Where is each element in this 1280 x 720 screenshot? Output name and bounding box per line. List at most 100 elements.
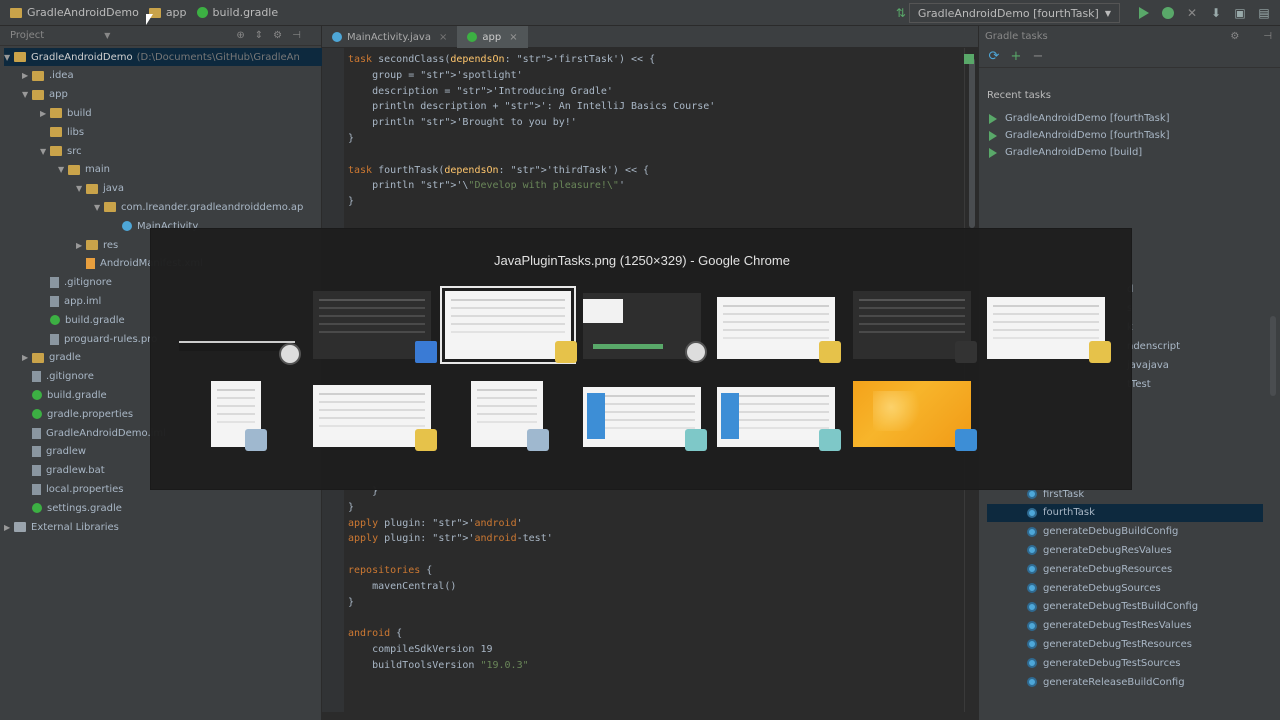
- run-button[interactable]: [1136, 5, 1152, 21]
- tree-item[interactable]: proguard-rules.pro: [40, 330, 157, 348]
- collapsed-arrow-icon[interactable]: ▶: [40, 109, 50, 118]
- task-item[interactable]: generateDebugTestResources: [987, 635, 1263, 653]
- preview-lines: [859, 299, 965, 301]
- window-thumbnail[interactable]: [853, 291, 977, 363]
- collapsed-arrow-icon[interactable]: ▶: [76, 241, 86, 250]
- close-icon[interactable]: ✕: [1184, 5, 1200, 21]
- window-preview: [179, 341, 295, 351]
- task-item-partial[interactable]: javajava: [1127, 356, 1169, 374]
- expanded-arrow-icon[interactable]: ▼: [40, 147, 50, 156]
- tree-item[interactable]: ▼ java: [76, 180, 124, 198]
- tree-item[interactable]: gradlew: [22, 443, 86, 461]
- recent-task-item[interactable]: GradleAndroidDemo [fourthTask]: [989, 127, 1170, 144]
- tree-item[interactable]: .gitignore: [22, 368, 94, 386]
- task-item[interactable]: generateDebugResources: [987, 560, 1263, 578]
- tree-item[interactable]: .gitignore: [40, 274, 112, 292]
- gear-icon[interactable]: ⚙: [273, 30, 282, 41]
- remove-icon[interactable]: −: [1031, 49, 1045, 64]
- tree-item[interactable]: settings.gradle: [22, 499, 122, 517]
- breadcrumb-project[interactable]: GradleAndroidDemo: [10, 6, 139, 19]
- tree-item[interactable]: local.properties: [22, 480, 124, 498]
- tree-item[interactable]: ▶ .idea: [22, 67, 74, 85]
- expanded-arrow-icon[interactable]: ▼: [4, 53, 14, 62]
- refresh-icon[interactable]: ⟳: [987, 49, 1001, 64]
- collapsed-arrow-icon[interactable]: ▶: [4, 523, 14, 532]
- collapse-icon[interactable]: ⇕: [255, 30, 263, 41]
- download-icon[interactable]: ⬇: [1208, 5, 1224, 21]
- tree-item[interactable]: ▼ src: [40, 142, 82, 160]
- tree-item[interactable]: ▼ GradleAndroidDemo (D:\Documents\GitHub\G…: [4, 48, 322, 66]
- tree-item[interactable]: app.iml: [40, 292, 101, 310]
- target-icon[interactable]: ⊕: [236, 30, 244, 41]
- breadcrumb-file[interactable]: build.gradle: [196, 6, 279, 19]
- task-item[interactable]: generateDebugResValues: [987, 541, 1263, 559]
- hide-panel-icon[interactable]: ⊣: [1263, 31, 1272, 42]
- task-item[interactable]: fourthTask: [987, 503, 1263, 522]
- hide-panel-icon[interactable]: ⊣: [292, 30, 301, 41]
- tab-mainactivity[interactable]: MainActivity.java ×: [322, 26, 457, 48]
- window-thumbnail[interactable]: [440, 286, 577, 364]
- tree-item[interactable]: libs: [40, 123, 84, 141]
- window-thumbnail[interactable]: [583, 293, 707, 363]
- task-item-partial[interactable]: ndenscript: [1127, 337, 1180, 355]
- task-item[interactable]: generateDebugSources: [987, 579, 1263, 597]
- window-thumbnail[interactable]: [211, 381, 267, 451]
- window-thumbnail[interactable]: [853, 381, 977, 451]
- tree-item[interactable]: build.gradle: [22, 386, 107, 404]
- chevron-down-icon[interactable]: ▼: [104, 31, 110, 40]
- expanded-arrow-icon[interactable]: ▼: [94, 203, 104, 212]
- window-thumbnail[interactable]: [987, 297, 1111, 363]
- tree-item[interactable]: ▶ gradle: [22, 349, 81, 367]
- task-label: generateDebugTestSources: [1043, 657, 1181, 669]
- window-thumbnail[interactable]: [717, 297, 841, 363]
- task-label: generateDebugTestResources: [1043, 638, 1192, 650]
- window-thumbnail[interactable]: [313, 291, 437, 363]
- close-tab-icon[interactable]: ×: [439, 32, 447, 43]
- collapsed-arrow-icon[interactable]: ▶: [22, 71, 32, 80]
- tree-item[interactable]: ▶ res: [76, 236, 118, 254]
- breadcrumb-label: build.gradle: [212, 6, 279, 19]
- debug-button[interactable]: [1160, 5, 1176, 21]
- task-item[interactable]: generateDebugTestResValues: [987, 617, 1263, 635]
- tree-item[interactable]: ▶ build: [40, 104, 92, 122]
- window-thumbnail[interactable]: [471, 381, 549, 451]
- tree-item[interactable]: build.gradle: [40, 311, 125, 329]
- expanded-arrow-icon[interactable]: ▼: [76, 184, 86, 193]
- window-thumbnail[interactable]: [179, 329, 301, 365]
- window-thumbnail[interactable]: [583, 387, 707, 451]
- task-item[interactable]: generateDebugTestBuildConfig: [987, 598, 1263, 616]
- run-configuration-select[interactable]: GradleAndroidDemo [fourthTask] ▼: [908, 3, 1120, 23]
- sdk-manager-icon[interactable]: ▤: [1256, 5, 1272, 21]
- tree-item-label: gradle: [49, 352, 81, 364]
- sync-icon[interactable]: ⇅: [893, 5, 909, 21]
- expanded-arrow-icon[interactable]: ▼: [22, 90, 32, 99]
- tree-item[interactable]: GradleAndroidDemo.iml: [22, 424, 166, 442]
- tree-item[interactable]: ▼ app: [22, 86, 68, 104]
- tab-app-build-gradle[interactable]: app ×: [457, 26, 528, 48]
- tree-item[interactable]: ▶ External Libraries: [4, 518, 119, 536]
- folder-icon: [1089, 341, 1111, 363]
- task-item[interactable]: generateDebugTestSources: [987, 654, 1263, 672]
- window-icon[interactable]: ▣: [1232, 5, 1248, 21]
- task-item[interactable]: generateReleaseBuildConfig: [987, 673, 1263, 691]
- window-thumbnail[interactable]: [717, 387, 841, 451]
- tree-item[interactable]: ▼ com.lreander.gradleandroiddemo.ap: [94, 198, 303, 216]
- project-view-select[interactable]: Project: [10, 30, 44, 41]
- expanded-arrow-icon[interactable]: ▼: [58, 165, 68, 174]
- close-tab-icon[interactable]: ×: [509, 32, 517, 43]
- recent-task-item[interactable]: GradleAndroidDemo [fourthTask]: [989, 110, 1170, 127]
- gear-icon[interactable]: ⚙: [1230, 31, 1239, 42]
- task-item[interactable]: generateDebugBuildConfig: [987, 523, 1263, 541]
- collapsed-arrow-icon[interactable]: ▶: [22, 353, 32, 362]
- tree-item[interactable]: gradlew.bat: [22, 462, 105, 480]
- breadcrumb-module[interactable]: app: [148, 6, 187, 19]
- add-icon[interactable]: +: [1009, 49, 1023, 64]
- tree-item[interactable]: gradle.properties: [22, 405, 133, 423]
- window-thumbnail[interactable]: [313, 385, 437, 451]
- tree-item-label: java: [103, 183, 124, 195]
- scrollbar-thumb[interactable]: [969, 58, 975, 228]
- recent-task-item[interactable]: GradleAndroidDemo [build]: [989, 144, 1142, 161]
- window-preview: [583, 387, 701, 447]
- gradle-scrollbar[interactable]: [1270, 316, 1276, 396]
- tree-item[interactable]: ▼ main: [58, 161, 110, 179]
